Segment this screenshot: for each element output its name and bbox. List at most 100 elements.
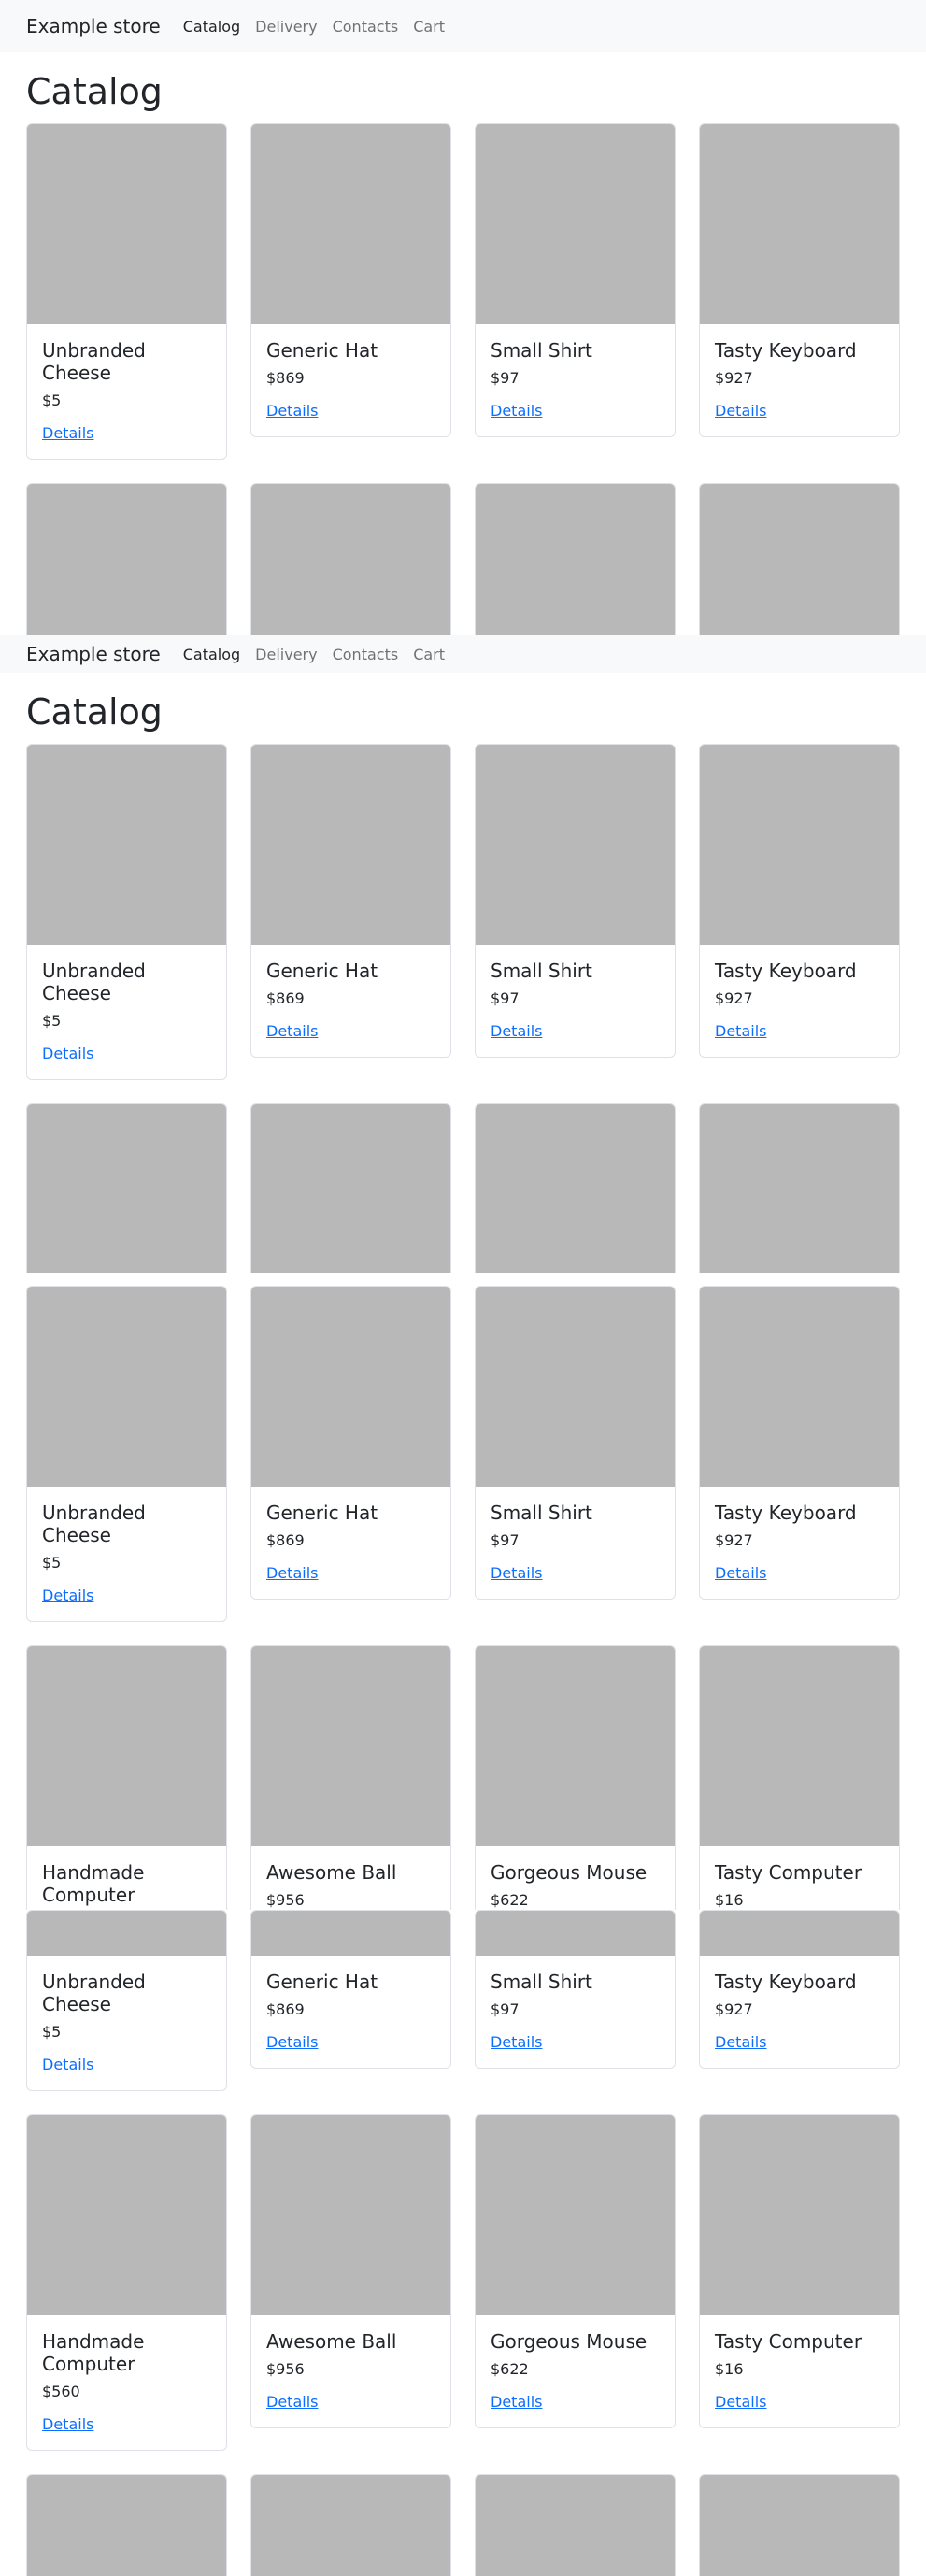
nav-link-catalog[interactable]: Catalog xyxy=(183,18,240,36)
details-link[interactable]: Details xyxy=(491,1022,542,1040)
details-link[interactable]: Details xyxy=(715,2393,766,2411)
details-link[interactable]: Details xyxy=(42,2056,93,2073)
product-image xyxy=(700,1104,899,1273)
product-price: $869 xyxy=(266,989,305,1007)
details-link[interactable]: Details xyxy=(42,2415,93,2433)
product-image xyxy=(251,2475,450,2576)
navbar: Example store Catalog Delivery Contacts … xyxy=(0,0,926,52)
product-image xyxy=(27,1104,226,1273)
product-image xyxy=(27,124,226,324)
capture-segment-2: Example store Catalog Delivery Contacts … xyxy=(0,635,926,1273)
product-image xyxy=(476,745,675,945)
product-card xyxy=(699,1103,900,1273)
details-link[interactable]: Details xyxy=(715,1022,766,1040)
product-name: Tasty Computer xyxy=(715,1861,862,1884)
details-link[interactable]: Details xyxy=(491,2393,542,2411)
product-name: Awesome Ball xyxy=(266,2330,397,2353)
product-price: $927 xyxy=(715,2000,753,2018)
product-name: Unbranded Cheese xyxy=(42,1501,146,1546)
details-link[interactable]: Details xyxy=(42,1587,93,1604)
product-name: Tasty Keyboard xyxy=(715,1501,857,1524)
product-grid: Unbranded Cheese $5 Details Generic Hat $86… xyxy=(26,744,901,1273)
product-image xyxy=(251,2115,450,2315)
product-price: $5 xyxy=(42,391,62,409)
product-image xyxy=(476,1104,675,1273)
product-card: Generic Hat $869 Details xyxy=(250,744,451,1058)
product-image xyxy=(251,1104,450,1273)
nav-link-cart[interactable]: Cart xyxy=(413,18,445,36)
product-grid: Unbranded Cheese $5 Details Generic Hat $86… xyxy=(26,123,901,635)
product-image xyxy=(251,1911,450,1956)
product-price: $5 xyxy=(42,2023,62,2041)
product-name: Generic Hat xyxy=(266,960,378,982)
product-price: $560 xyxy=(42,2383,80,2400)
product-card: Tasty Keyboard $927 Details xyxy=(699,1286,900,1600)
product-card xyxy=(26,1103,227,1273)
product-card: Tasty Keyboard $927 Details xyxy=(699,123,900,437)
navbar: Example store Catalog Delivery Contacts … xyxy=(0,635,926,673)
page-title: Catalog xyxy=(26,691,163,733)
product-image xyxy=(476,1287,675,1487)
product-name: Gorgeous Mouse xyxy=(491,2330,648,2353)
product-image xyxy=(700,2115,899,2315)
details-link[interactable]: Details xyxy=(266,2033,318,2051)
details-link[interactable]: Details xyxy=(491,2033,542,2051)
product-image xyxy=(27,2475,226,2576)
product-image xyxy=(251,484,450,635)
product-price: $927 xyxy=(715,989,753,1007)
product-price: $869 xyxy=(266,1531,305,1549)
product-image xyxy=(700,1646,899,1846)
nav-link-contacts[interactable]: Contacts xyxy=(333,646,399,663)
product-image xyxy=(700,124,899,324)
brand-link[interactable]: Example store xyxy=(26,643,161,665)
product-image xyxy=(476,2115,675,2315)
product-image xyxy=(476,124,675,324)
product-price: $622 xyxy=(491,2360,529,2378)
product-image xyxy=(27,1646,226,1846)
nav-link-delivery[interactable]: Delivery xyxy=(255,18,317,36)
product-price: $97 xyxy=(491,1531,520,1549)
product-name: Tasty Computer xyxy=(715,2330,862,2353)
details-link[interactable]: Details xyxy=(266,1564,318,1582)
product-card: Unbranded Cheese $5 Details xyxy=(26,123,227,460)
product-card xyxy=(475,1103,676,1273)
product-name: Generic Hat xyxy=(266,1971,378,1993)
details-link[interactable]: Details xyxy=(715,402,766,420)
product-card xyxy=(26,2474,227,2576)
capture-segment-4: Unbranded Cheese $5 Details Generic Hat $86… xyxy=(0,1910,926,2576)
details-link[interactable]: Details xyxy=(491,402,542,420)
product-image xyxy=(27,1287,226,1487)
product-image xyxy=(27,484,226,635)
product-price: $622 xyxy=(491,1891,529,1909)
product-card: Gorgeous Mouse$622Details xyxy=(475,1645,676,1910)
nav-link-cart[interactable]: Cart xyxy=(413,646,445,663)
product-card: Small Shirt $97 Details xyxy=(475,123,676,437)
product-name: Awesome Ball xyxy=(266,1861,397,1884)
product-image xyxy=(27,2115,226,2315)
product-card: Awesome Ball$956Details xyxy=(250,1645,451,1910)
product-card: Unbranded Cheese $5 Details xyxy=(26,1286,227,1622)
product-card xyxy=(699,483,900,635)
details-link[interactable]: Details xyxy=(266,2393,318,2411)
details-link[interactable]: Details xyxy=(715,1564,766,1582)
product-name: Tasty Keyboard xyxy=(715,960,857,982)
details-link[interactable]: Details xyxy=(42,424,93,442)
product-image xyxy=(700,745,899,945)
product-card xyxy=(699,2474,900,2576)
details-link[interactable]: Details xyxy=(715,2033,766,2051)
product-card: Awesome Ball$956Details xyxy=(250,2114,451,2428)
details-link[interactable]: Details xyxy=(491,1564,542,1582)
brand-link[interactable]: Example store xyxy=(26,15,161,37)
product-name: Tasty Keyboard xyxy=(715,339,857,362)
product-name: Handmade Computer xyxy=(42,2330,145,2375)
product-card xyxy=(250,483,451,635)
product-image xyxy=(700,2475,899,2576)
details-link[interactable]: Details xyxy=(266,402,318,420)
nav-link-delivery[interactable]: Delivery xyxy=(255,646,317,663)
nav-link-contacts[interactable]: Contacts xyxy=(333,18,399,36)
product-card xyxy=(475,483,676,635)
product-card: Generic Hat $869 Details xyxy=(250,1910,451,2069)
details-link[interactable]: Details xyxy=(266,1022,318,1040)
details-link[interactable]: Details xyxy=(42,1045,93,1062)
nav-link-catalog[interactable]: Catalog xyxy=(183,646,240,663)
